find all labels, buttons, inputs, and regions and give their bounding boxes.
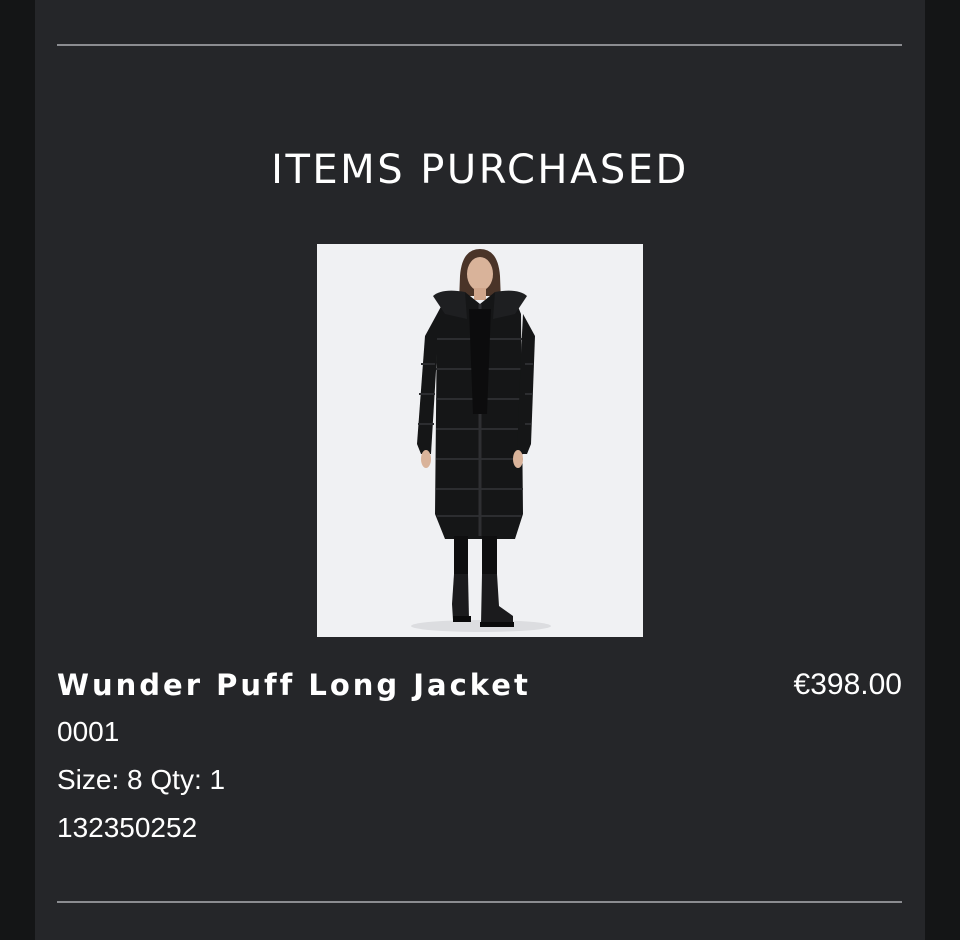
product-photo-illustration <box>317 244 643 637</box>
item-number: 132350252 <box>57 812 198 843</box>
product-style-code: 0001 <box>57 716 120 747</box>
product-name[interactable]: Wunder Puff Long Jacket <box>57 666 531 704</box>
product-image[interactable] <box>317 244 643 637</box>
qty-value: 1 <box>209 764 226 795</box>
size-value: 8 <box>127 764 143 795</box>
size-label: Size: <box>57 764 120 795</box>
order-email-card: ITEMS PURCHASED Wunder Puff Long Jacket … <box>35 0 925 940</box>
qty-label: Qty: <box>150 764 202 795</box>
product-price: €398.00 <box>793 668 902 701</box>
size-qty-line: Size: 8 Qty: 1 <box>57 762 225 798</box>
top-divider <box>57 44 902 46</box>
bottom-divider <box>57 901 902 903</box>
items-purchased-heading: ITEMS PURCHASED <box>271 147 689 193</box>
email-viewport: ITEMS PURCHASED Wunder Puff Long Jacket … <box>0 0 960 940</box>
